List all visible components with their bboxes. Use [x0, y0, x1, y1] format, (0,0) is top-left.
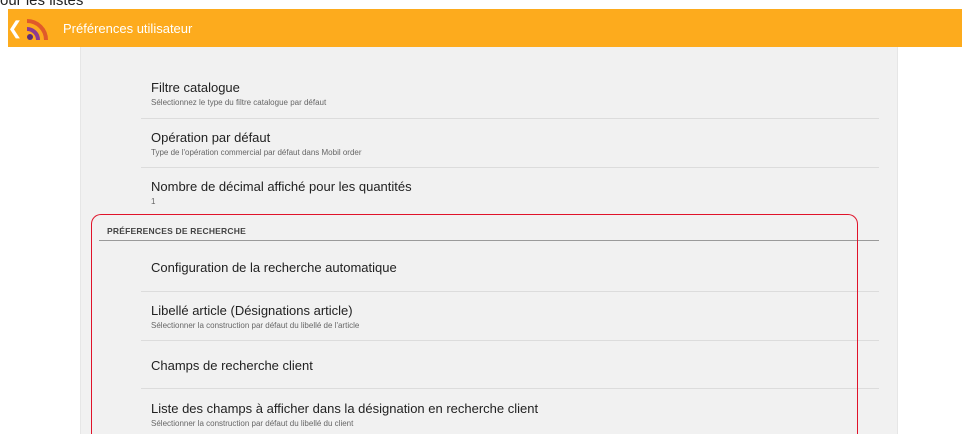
pref-item-champs-recherche-client[interactable]: Champs de recherche client — [151, 358, 879, 373]
pref-title: Nombre de décimal affiché pour les quant… — [151, 179, 412, 194]
pref-title: Libellé article (Désignations article) — [151, 303, 353, 318]
pref-title: Liste des champs à afficher dans la dési… — [151, 401, 539, 416]
pref-title: Configuration de la recherche automatiqu… — [151, 260, 397, 275]
pref-summary: 1 — [151, 197, 156, 206]
pref-item-recherche-automatique[interactable]: Configuration de la recherche automatiqu… — [151, 260, 879, 275]
divider — [141, 388, 879, 389]
pref-summary: Type de l'opération commercial par défau… — [151, 148, 362, 157]
pref-summary: Sélectionnez le type du filtre catalogue… — [151, 98, 327, 107]
pref-title: Opération par défaut — [151, 130, 271, 145]
pref-item-liste-champs-designation[interactable]: Liste des champs à afficher dans la dési… — [151, 401, 879, 428]
divider — [141, 167, 879, 168]
pref-summary: Sélectionner la construction par défaut … — [151, 321, 360, 330]
divider — [141, 291, 879, 292]
pref-item-filtre-catalogue[interactable]: Filtre catalogue Sélectionnez le type du… — [151, 80, 879, 107]
pref-item-operation-defaut[interactable]: Opération par défaut Type de l'opération… — [151, 130, 879, 157]
pref-title: Champs de recherche client — [151, 358, 313, 373]
divider — [141, 340, 879, 341]
divider — [141, 118, 879, 119]
section-header-recherche: PRÉFERENCES DE RECHERCHE — [107, 226, 246, 236]
app-logo-icon[interactable] — [23, 13, 53, 43]
pref-item-nombre-decimal[interactable]: Nombre de décimal affiché pour les quant… — [151, 179, 879, 206]
top-cut-text: our les listes — [0, 0, 962, 9]
pref-item-libelle-article[interactable]: Libellé article (Désignations article) S… — [151, 303, 879, 330]
top-cut-label: our les listes — [0, 0, 84, 9]
app-bar: ❮ Préférences utilisateur — [7, 9, 962, 47]
section-divider — [99, 240, 879, 241]
back-chevron-icon[interactable]: ❮ — [7, 9, 22, 47]
preferences-panel: Filtre catalogue Sélectionnez le type du… — [80, 47, 898, 434]
pref-title: Filtre catalogue — [151, 80, 240, 95]
pref-summary: Sélectionner la construction par défaut … — [151, 419, 354, 428]
page-title: Préférences utilisateur — [63, 20, 193, 36]
